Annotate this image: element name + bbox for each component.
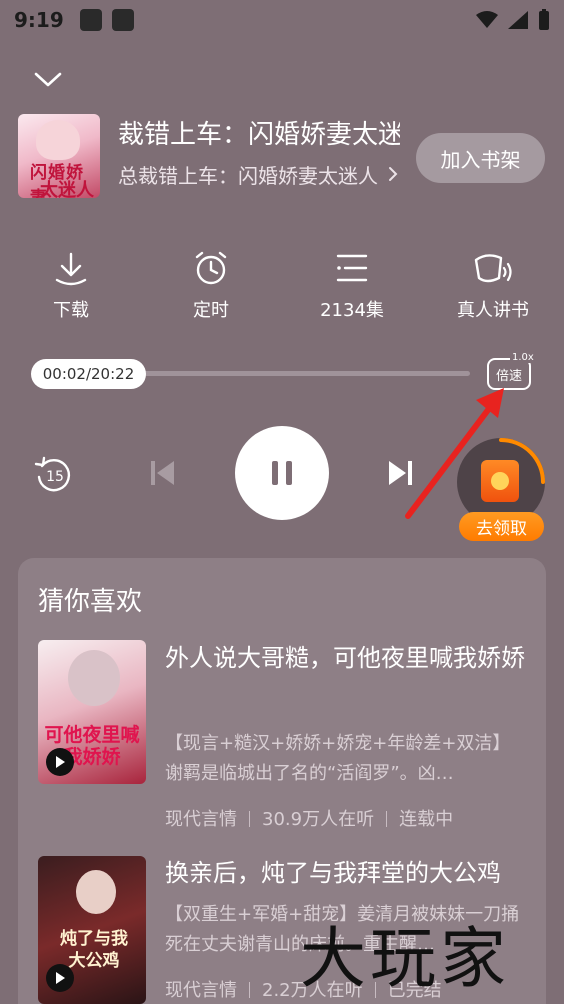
download-icon — [55, 252, 87, 286]
skip-next-icon — [389, 461, 412, 485]
previous-button[interactable] — [148, 458, 178, 488]
episode-list-icon — [336, 254, 368, 282]
pause-button[interactable] — [235, 426, 329, 520]
claim-reward-button[interactable]: 去领取 — [459, 512, 544, 541]
progress-thumb-time[interactable]: 00:02/20:22 — [31, 359, 146, 389]
book-status: 连载中 — [399, 809, 454, 830]
book-title: 裁错上车：闪婚娇妻太迷人 — [118, 120, 400, 148]
episodes-button[interactable]: 2134集 — [297, 248, 407, 322]
book-genre: 现代言情 — [165, 809, 237, 830]
notification-icon — [111, 9, 134, 31]
next-button[interactable] — [385, 458, 415, 488]
skip-previous-icon — [151, 461, 174, 485]
book-description: 【现言+糙汉+娇娇+娇宠+年龄差+双洁】谢羁是临城出了名的“活阎罗”。凶… — [165, 733, 511, 784]
voice-reader-label: 真人讲书 — [457, 300, 529, 321]
book-genre: 现代言情 — [165, 980, 237, 1001]
rewind-15-button[interactable]: 15 — [32, 452, 76, 496]
red-envelope-icon — [481, 460, 519, 502]
watermark: 大玩家 — [300, 920, 510, 997]
status-bar: 9:19 — [0, 0, 564, 40]
pause-icon — [272, 461, 292, 485]
recommend-title: 猜你喜欢 — [38, 587, 143, 617]
alarm-clock-icon — [195, 251, 227, 285]
battery-icon — [539, 9, 549, 30]
episodes-label: 2134集 — [320, 300, 384, 321]
add-to-shelf-button[interactable]: 加入书架 — [416, 133, 545, 183]
timer-label: 定时 — [193, 300, 229, 321]
progress-slider[interactable] — [140, 371, 470, 376]
download-button[interactable]: 下载 — [16, 248, 126, 322]
rewind-icon: 15 — [34, 456, 71, 492]
human-voice-icon — [474, 254, 512, 283]
book-cover[interactable]: 可他夜里喊我娇娇 — [38, 640, 146, 784]
status-time: 9:19 — [14, 8, 64, 32]
book-meta: 现代言情 30.9万人在听 连载中 — [165, 805, 453, 831]
play-icon[interactable] — [46, 964, 74, 992]
wifi-icon — [476, 11, 498, 28]
cover-title-line2: 太迷人 — [40, 180, 94, 198]
speed-value-badge: 1.0x — [510, 352, 536, 363]
book-listeners: 30.9万人在听 — [262, 809, 375, 830]
speed-label: 倍速 — [495, 368, 522, 384]
play-icon[interactable] — [46, 748, 74, 776]
download-label: 下载 — [53, 300, 89, 321]
book-cover[interactable]: 闪婚娇妻 太迷人 — [18, 114, 100, 198]
voice-reader-button[interactable]: 真人讲书 — [438, 248, 548, 322]
book-cover[interactable]: 炖了与我大公鸡 — [38, 856, 146, 1004]
signal-icon — [508, 11, 528, 29]
rewind-seconds: 15 — [46, 469, 64, 485]
notification-icon — [79, 9, 102, 31]
book-name[interactable]: 外人说大哥糙，可他夜里喊我娇娇 — [165, 637, 525, 679]
timer-button[interactable]: 定时 — [156, 248, 266, 322]
book-name[interactable]: 换亲后，炖了与我拜堂的大公鸡 — [165, 852, 525, 894]
book-subtitle-link[interactable]: 总裁错上车：闪婚娇妻太迷人 — [118, 160, 388, 189]
chevron-right-icon[interactable] — [386, 164, 400, 184]
cover-illustration — [36, 120, 80, 160]
action-row: 下载 定时 2134集 真人讲书 — [0, 248, 564, 328]
collapse-chevron-icon[interactable] — [30, 64, 66, 94]
